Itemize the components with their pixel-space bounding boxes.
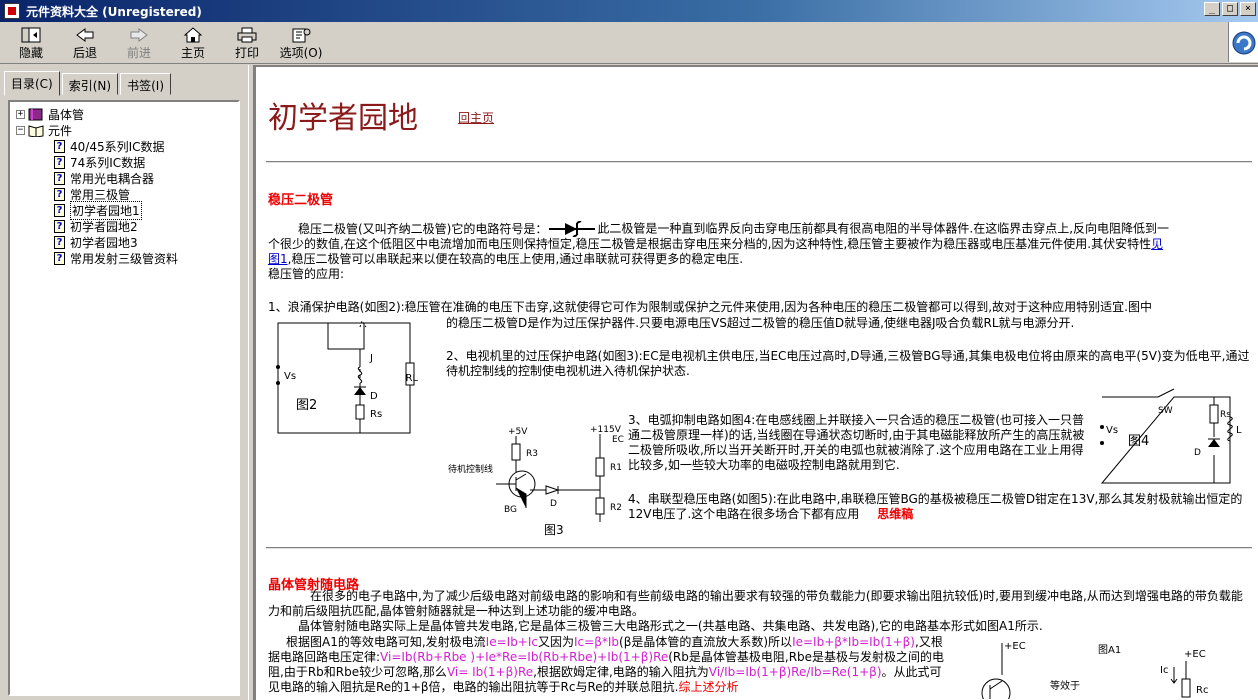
- tab-index[interactable]: 索引(N): [61, 73, 119, 95]
- forward-button[interactable]: 前进: [112, 22, 166, 64]
- divider: [266, 161, 1252, 163]
- fig3-caption: 图3: [544, 523, 564, 537]
- page-title: 初学者园地: [268, 101, 418, 136]
- section-heading: 稳压二极管: [268, 193, 334, 208]
- fig4-caption: 图4: [1128, 434, 1149, 449]
- collapse-icon[interactable]: −: [16, 125, 25, 135]
- help-page-icon: ?: [54, 235, 65, 249]
- figure-2-diagram: Vs J D Rs RL 图2: [276, 319, 418, 434]
- figa1-caption: 图A1: [1098, 644, 1121, 656]
- item1-text: 1、浪涌保护电路(如图2):稳压管在准确的电压下击穿,这就使得它可作为限制或保护…: [268, 300, 1152, 314]
- item4-text: 4、串联型稳压电路(如图5):在此电路中,串联稳压管BG的基极被稳压二极管D钳定…: [628, 492, 1243, 521]
- fig4-d-label: D: [1194, 448, 1201, 458]
- emitter-p3: 根据图A1的等效电路可知,发射极电流Ie=Ib+Ic又因为Ic=β*Ib(β是晶…: [268, 635, 945, 694]
- fig4-vs-label: Vs: [1106, 425, 1118, 436]
- fig2-caption: 图2: [296, 398, 317, 413]
- nav-tabs: 目录(C) 索引(N) 书签(I): [4, 71, 173, 96]
- tree-item-page[interactable]: ? 74系列IC数据: [10, 154, 238, 170]
- emitter-p2: 晶体管射随电路实际上是晶体管共发电路,它是晶体三极管三大电路形式之一(共基电路、…: [298, 619, 1043, 633]
- tree-item-transistor[interactable]: + 晶体管: [10, 106, 238, 122]
- book-open-icon: [28, 124, 44, 137]
- tree-item-page[interactable]: ? 常用光电耦合器: [10, 170, 238, 186]
- figa1-ec2-label: +EC: [1184, 649, 1206, 660]
- fig2-d-label: D: [370, 391, 378, 402]
- fig3-r2-label: R2: [610, 503, 622, 513]
- printer-icon: [236, 26, 258, 44]
- fig2-rs-label: Rs: [370, 409, 382, 420]
- help-page-icon: ?: [54, 251, 65, 265]
- options-icon: [290, 26, 312, 44]
- item1-text-cont: 的稳压二极管D是作为过压保护器件.只要电源电压VS超过二极管的稳压值D就导通,使…: [446, 316, 1075, 330]
- expand-icon[interactable]: +: [16, 109, 25, 119]
- figure-4-diagram: SW Rs D L Vs 图4: [1100, 388, 1242, 484]
- tree-item-page[interactable]: ? 常用发射三级管资料: [10, 250, 238, 266]
- fig1-link[interactable]: 见: [1151, 237, 1163, 251]
- help-page-icon: ?: [54, 155, 65, 169]
- fig3-5v-label: +5V: [508, 427, 528, 437]
- fig3-115v-label: +115V: [590, 425, 622, 435]
- hide-button[interactable]: 隐藏: [4, 22, 58, 64]
- fig3-ctrl-label: 待机控制线: [448, 463, 493, 475]
- help-page-icon: ?: [54, 171, 65, 185]
- tree-item-page-selected[interactable]: ? 初学者园地1: [10, 200, 238, 220]
- figa1-ic-label: Ic: [1160, 665, 1168, 676]
- tree-item-page[interactable]: ? 初学者园地3: [10, 234, 238, 250]
- item3-text: 3、电弧抑制电路如图4:在电感线圈上并联接入一只合适的稳压二极管(也可接入一只普…: [628, 413, 1085, 472]
- options-button[interactable]: 选项(O): [274, 22, 328, 64]
- print-button[interactable]: 打印: [220, 22, 274, 64]
- fig3-r3-label: R3: [526, 449, 538, 459]
- fig4-rs-label: Rs: [1220, 410, 1231, 420]
- hide-icon: [20, 26, 42, 44]
- home-link[interactable]: 回主页: [458, 109, 494, 126]
- fig3-r1-label: R1: [610, 463, 622, 473]
- figure-3-diagram: +5V +115V EC R3 待机控制线 BG D R1 R2 图3: [448, 425, 624, 537]
- tab-contents[interactable]: 目录(C): [4, 71, 60, 96]
- help-page-icon: ?: [54, 187, 65, 201]
- fig4-l-label: L: [1236, 425, 1242, 436]
- mindmap-label: 思维稿: [877, 507, 914, 521]
- fig2-rl-label: RL: [405, 373, 418, 384]
- zener-symbol-icon: [549, 220, 596, 238]
- home-icon: [182, 26, 204, 44]
- emitter-p1: 在很多的电子电路中,为了减少后级电路对前级电路的影响和有些前级电路的输出要求有较…: [268, 589, 1243, 618]
- home-button[interactable]: 主页: [166, 22, 220, 64]
- tree-item-page[interactable]: ? 40/45系列IC数据: [10, 138, 238, 154]
- divider: [266, 547, 1252, 549]
- navigation-pane: 目录(C) 索引(N) 书签(I) + 晶体管 − 元件 ? 40/45系列IC…: [0, 65, 248, 700]
- fig3-d-label: D: [550, 499, 557, 509]
- help-page-icon: ?: [54, 139, 65, 153]
- title-bar: 元件资料大全 (Unregistered) _ □ ×: [0, 0, 1258, 22]
- book-closed-icon: [28, 108, 43, 120]
- fig1-link[interactable]: 图1: [268, 252, 288, 266]
- forward-arrow-icon: [128, 26, 150, 44]
- contents-tree[interactable]: + 晶体管 − 元件 ? 40/45系列IC数据 ? 74系列IC数据 ? 常用…: [8, 100, 240, 696]
- figa1-rc-label: Rc: [1196, 685, 1208, 696]
- fig2-j-label: J: [369, 353, 373, 364]
- window-title: 元件资料大全 (Unregistered): [26, 4, 202, 19]
- toolbar: 隐藏 后退 前进 主页 打印 选项(O): [0, 22, 1258, 64]
- fig3-bg-label: BG: [504, 505, 517, 515]
- figure-a1-diagram: +EC 等效于 图A1 +EC Rc Ic: [981, 641, 1208, 699]
- item2-text: 2、电视机里的过压保护电路(如图3):EC是电视机主供电压,当EC电压过高时,D…: [446, 349, 1250, 378]
- figa1-ec-label: +EC: [1004, 641, 1026, 652]
- back-button[interactable]: 后退: [58, 22, 112, 64]
- window-controls: _ □ ×: [1204, 2, 1256, 16]
- close-button[interactable]: ×: [1240, 2, 1256, 16]
- tree-item-components[interactable]: − 元件: [10, 122, 238, 138]
- figa1-eq-label: 等效于: [1050, 679, 1080, 692]
- tree-item-page[interactable]: ? 初学者园地2: [10, 218, 238, 234]
- fig3-ec-label: EC: [612, 435, 624, 445]
- content-pane[interactable]: 初学者园地 回主页 稳压二极管 稳压二极管(又叫齐纳二极管)它的电路符号是： 此二…: [254, 65, 1258, 700]
- help-logo-icon: [1228, 22, 1258, 62]
- back-arrow-icon: [74, 26, 96, 44]
- tab-bookmarks[interactable]: 书签(I): [120, 73, 171, 95]
- minimize-button[interactable]: _: [1204, 2, 1220, 16]
- fig4-sw-label: SW: [1158, 406, 1173, 416]
- intro-paragraph: 稳压二极管(又叫齐纳二极管)它的电路符号是： 此二极管是一种直到临界反向击穿电压前…: [268, 220, 1170, 281]
- help-page-icon: ?: [54, 219, 65, 233]
- app-icon: [4, 3, 20, 19]
- maximize-button[interactable]: □: [1222, 2, 1238, 16]
- fig2-vs-label: Vs: [284, 371, 296, 382]
- help-page-icon: ?: [54, 203, 65, 217]
